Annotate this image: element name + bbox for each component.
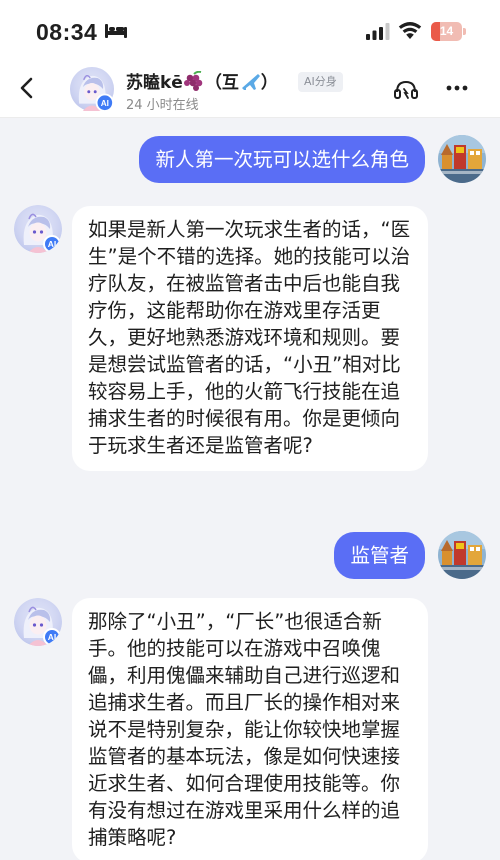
svg-text:AI: AI	[48, 239, 57, 249]
chat-screen: 08:34 14 AI 苏瞌kē （互 ） AI分身 24 小时在线 新人第一次…	[0, 0, 500, 860]
contact-name-suffix: （互	[204, 73, 239, 93]
contact-avatar[interactable]: AI	[70, 67, 114, 112]
contact-name: 苏瞌kē （互 ）	[126, 68, 278, 93]
ai-avatar-icon: AI	[14, 598, 62, 646]
online-status: 24 小时在线	[126, 98, 199, 113]
battery-level: 14	[439, 24, 454, 38]
contact-name-text: 苏瞌kē	[126, 73, 183, 93]
user-avatar[interactable]	[438, 135, 486, 183]
chat-header: AI 苏瞌kē （互 ） AI分身 24 小时在线	[0, 64, 500, 118]
bed-icon	[105, 24, 127, 38]
ai-avatar[interactable]: AI	[14, 598, 62, 646]
ai-avatar-icon: AI	[70, 67, 114, 112]
cellular-signal-icon	[366, 23, 390, 40]
user-avatar-image	[438, 135, 486, 183]
ai-clone-tag: AI分身	[298, 72, 343, 92]
message-text: 新人第一次玩可以选什么角色	[155, 148, 409, 171]
back-arrow-icon[interactable]	[14, 74, 42, 102]
message-text: 如果是新人第一次玩求生者的话，“医生”是个不错的选择。她的技能可以治疗队友，在被…	[88, 218, 411, 457]
ai-message-bubble[interactable]: 那除了“小丑”，“厂长”也很适合新手。他的技能可以在游戏中召唤傀儡，利用傀儡来辅…	[72, 598, 428, 860]
user-message-bubble[interactable]: 新人第一次玩可以选什么角色	[139, 136, 425, 183]
grapes-icon	[183, 71, 203, 91]
user-message-bubble[interactable]: 监管者	[334, 532, 425, 579]
status-time: 08:34	[36, 19, 98, 45]
message-text: 那除了“小丑”，“厂长”也很适合新手。他的技能可以在游戏中召唤傀儡，利用傀儡来辅…	[88, 610, 401, 849]
message-text: 监管者	[350, 544, 409, 567]
contact-name-end: ）	[260, 73, 278, 93]
more-options-icon[interactable]	[444, 77, 470, 99]
battery-indicator: 14	[431, 22, 467, 41]
status-bar: 08:34 14	[0, 0, 500, 64]
wifi-icon	[398, 22, 422, 39]
voice-call-icon[interactable]	[392, 75, 420, 103]
airplane-icon	[241, 74, 260, 90]
user-avatar-image	[438, 531, 486, 579]
message-list[interactable]: 新人第一次玩可以选什么角色 AI 如果是新人第一次玩求生者的话，“医生”是个不错…	[0, 118, 500, 860]
user-avatar[interactable]	[438, 531, 486, 579]
svg-text:AI: AI	[48, 632, 57, 642]
svg-text:AI: AI	[101, 99, 109, 108]
ai-message-bubble[interactable]: 如果是新人第一次玩求生者的话，“医生”是个不错的选择。她的技能可以治疗队友，在被…	[72, 206, 428, 471]
ai-avatar-icon: AI	[14, 205, 62, 253]
ai-avatar[interactable]: AI	[14, 205, 62, 253]
